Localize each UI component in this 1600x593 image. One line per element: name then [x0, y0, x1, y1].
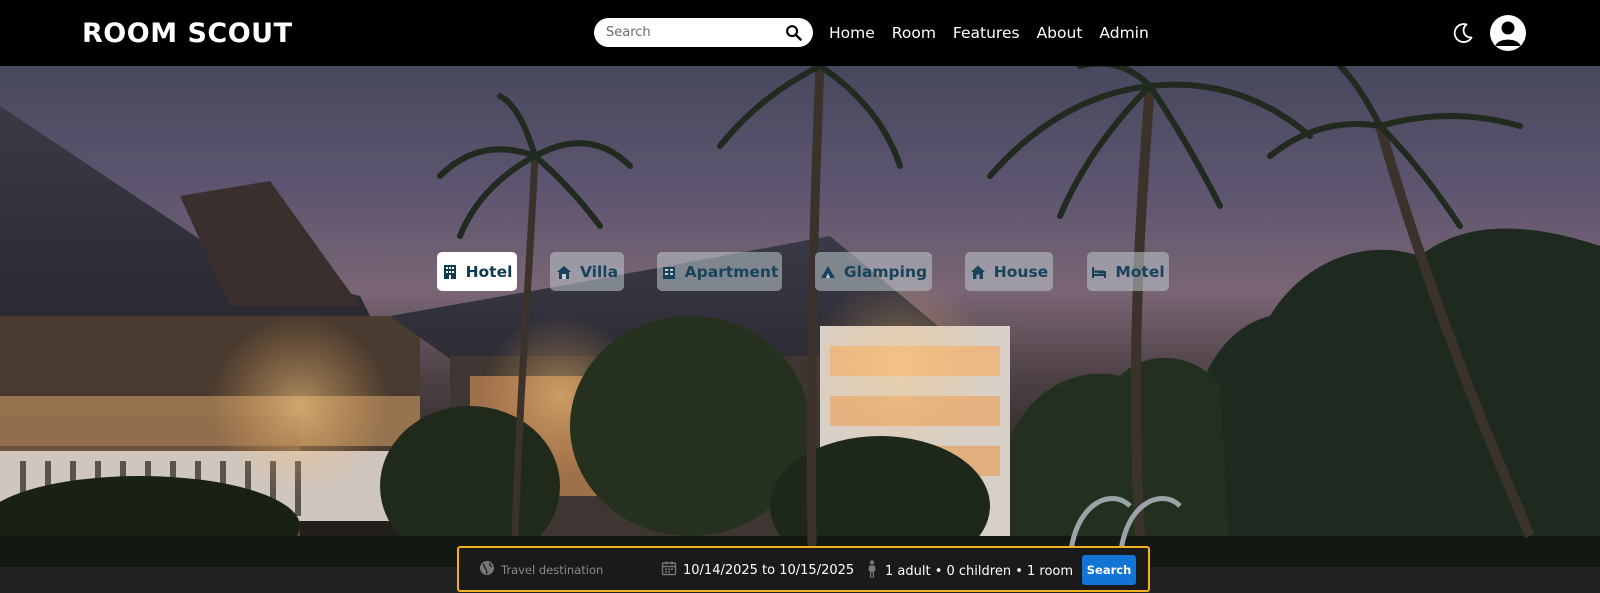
apartment-icon — [661, 264, 677, 280]
category-glamping[interactable]: Glamping — [815, 252, 932, 291]
category-villa[interactable]: Villa — [550, 252, 624, 291]
category-hotel[interactable]: Hotel — [437, 252, 517, 291]
person-icon — [865, 560, 879, 582]
bed-icon — [1091, 264, 1107, 280]
category-label: Villa — [579, 262, 619, 281]
building-icon — [442, 264, 458, 280]
category-house[interactable]: House — [965, 252, 1053, 291]
guests-field[interactable]: 1 adult • 0 children • 1 room — [865, 560, 1073, 582]
booking-bar: 10/14/2025 to 10/15/2025 1 adult • 0 chi… — [457, 546, 1150, 592]
destination-input[interactable] — [501, 563, 641, 577]
destination-field[interactable] — [479, 560, 641, 580]
moon-icon[interactable] — [1451, 21, 1475, 45]
nav-admin[interactable]: Admin — [1099, 20, 1148, 46]
category-label: Motel — [1115, 262, 1165, 281]
search-input[interactable] — [606, 25, 776, 40]
booking-search-button[interactable]: Search — [1082, 555, 1136, 585]
tent-icon — [820, 264, 836, 280]
category-label: Glamping — [843, 262, 928, 281]
villa-icon — [556, 264, 572, 280]
guests-text: 1 adult • 0 children • 1 room — [885, 563, 1074, 579]
category-label: House — [993, 262, 1049, 281]
site-search — [594, 18, 813, 47]
search-icon[interactable] — [784, 23, 803, 42]
globe-icon — [479, 560, 495, 580]
house-icon — [970, 264, 986, 280]
hero-banner: Hotel Villa Apartment Glamping House Mot… — [0, 66, 1600, 567]
nav-room[interactable]: Room — [892, 20, 936, 46]
date-range-field[interactable]: 10/14/2025 to 10/15/2025 — [661, 560, 854, 580]
top-navbar: ROOM SCOUT Home Room Features About Admi… — [0, 0, 1600, 66]
date-range-text: 10/14/2025 to 10/15/2025 — [683, 562, 855, 578]
resort-photo — [0, 66, 1600, 567]
brand-logo[interactable]: ROOM SCOUT — [82, 16, 293, 52]
category-motel[interactable]: Motel — [1087, 252, 1169, 291]
nav-features[interactable]: Features — [953, 20, 1020, 46]
category-label: Hotel — [465, 262, 513, 281]
category-apartment[interactable]: Apartment — [657, 252, 782, 291]
user-circle-icon[interactable] — [1490, 15, 1526, 51]
calendar-icon — [661, 560, 677, 580]
category-label: Apartment — [684, 262, 779, 281]
nav-home[interactable]: Home — [829, 20, 875, 46]
nav-about[interactable]: About — [1037, 20, 1083, 46]
main-nav: Home Room Features About Admin — [829, 20, 1166, 46]
